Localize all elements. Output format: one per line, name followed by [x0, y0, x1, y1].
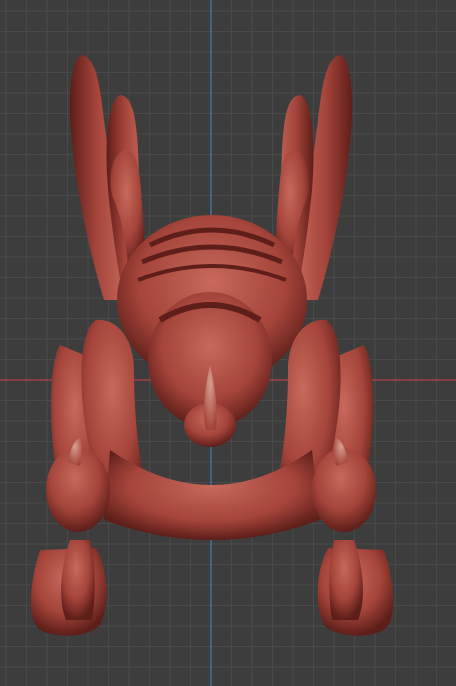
sculpt-model[interactable] [0, 0, 456, 686]
3d-viewport[interactable] [0, 0, 456, 686]
feet [30, 448, 394, 636]
